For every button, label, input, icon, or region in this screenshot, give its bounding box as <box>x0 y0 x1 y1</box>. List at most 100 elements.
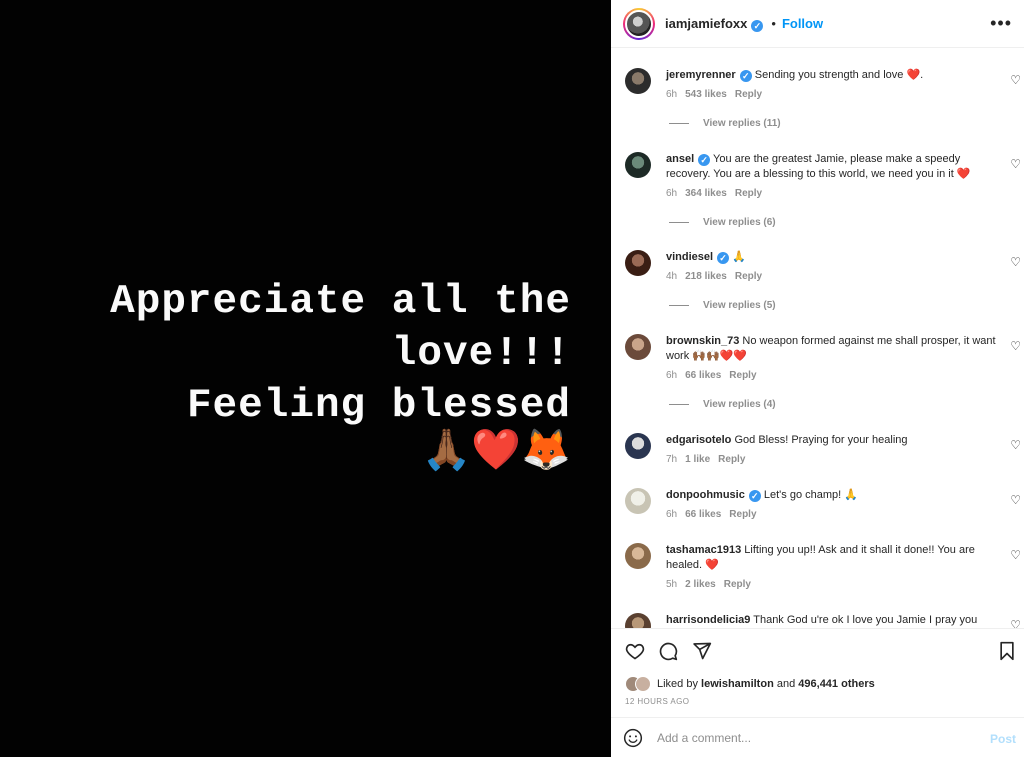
comment-username[interactable]: vindiesel <box>666 251 713 263</box>
comment-time: 4h <box>666 271 678 282</box>
comment-username[interactable]: donpoohmusic <box>666 489 745 501</box>
comment-likes[interactable]: 543 likes <box>685 89 727 100</box>
comment-avatar[interactable] <box>625 334 651 360</box>
comment-text: Sending you strength and love <box>754 69 904 81</box>
post-text-line: love!!! <box>391 331 571 377</box>
verified-badge: ✓ <box>698 154 711 166</box>
comment-body: jeremyrenner ✓ Sending you strength and l… <box>666 68 996 83</box>
comment-username[interactable]: brownskin_73 <box>666 335 739 347</box>
comment-avatar[interactable] <box>625 250 651 276</box>
comment-time: 6h <box>666 509 678 520</box>
comment-username[interactable]: edgarisotelo <box>666 434 731 446</box>
comment-meta: 5h 2 likes Reply <box>666 579 759 590</box>
view-replies-button[interactable]: View replies (5) <box>669 300 776 311</box>
reply-button[interactable]: Reply <box>718 454 745 465</box>
comment-avatar[interactable] <box>625 68 651 94</box>
heart-emoji: ❤️ <box>906 69 921 81</box>
comment-body: tashamac1913 Lifting you up!! Ask and it… <box>666 543 996 573</box>
comment-avatar[interactable] <box>625 613 651 628</box>
comment-meta: 6h 543 likes Reply <box>666 89 770 100</box>
comment-time: 5h <box>666 579 678 590</box>
reply-button[interactable]: Reply <box>724 579 751 590</box>
like-comment-icon[interactable]: ♡ <box>1010 256 1021 268</box>
comment-username[interactable]: tashamac1913 <box>666 544 741 556</box>
reply-button[interactable]: Reply <box>735 271 762 282</box>
action-bar <box>611 628 1024 672</box>
like-comment-icon[interactable]: ♡ <box>1010 549 1021 561</box>
comment-input[interactable] <box>657 726 977 750</box>
view-replies-button[interactable]: View replies (11) <box>669 118 781 129</box>
like-comment-icon[interactable]: ♡ <box>1010 619 1021 628</box>
comment-text: God Bless! Praying for your healing <box>734 434 908 446</box>
view-replies-button[interactable]: View replies (4) <box>669 399 776 410</box>
liked-by-user[interactable]: lewishamilton <box>701 678 774 690</box>
comment-body: ansel ✓ You are the greatest Jamie, pleas… <box>666 152 996 182</box>
liker-avatar[interactable] <box>635 676 651 692</box>
verified-badge: ✓ <box>717 252 730 264</box>
follow-button[interactable]: Follow <box>782 16 823 31</box>
comment-likes[interactable]: 218 likes <box>685 271 727 282</box>
verified-badge: ✓ <box>739 70 752 82</box>
comment-avatar[interactable] <box>625 488 651 514</box>
bookmark-icon[interactable] <box>998 641 1016 661</box>
comment-text: Thank God u're ok I love you Jamie I pra… <box>753 614 978 626</box>
comment-time: 6h <box>666 89 678 100</box>
separator-dot: • <box>771 16 776 31</box>
comment-time: 6h <box>666 188 678 199</box>
like-comment-icon[interactable]: ♡ <box>1010 340 1021 352</box>
reply-button[interactable]: Reply <box>729 509 756 520</box>
comment-body: donpoohmusic ✓ Let's go champ! 🙏 <box>666 488 996 503</box>
comment-text: Let's go champ! <box>763 489 842 501</box>
view-replies-button[interactable]: View replies (6) <box>669 217 776 228</box>
verified-badge: ✓ <box>748 490 761 502</box>
comment-time: 6h <box>666 370 678 381</box>
comment-meta: 6h 364 likes Reply <box>666 188 770 199</box>
reply-button[interactable]: Reply <box>729 370 756 381</box>
smile-icon[interactable] <box>623 728 643 748</box>
pray-emoji: 🙏 <box>844 489 858 501</box>
comment-emoji: 🙌🏾🙌🏾❤️❤️ <box>692 350 748 362</box>
post-emoji: 🙏🏾❤️🦊 <box>421 427 571 473</box>
post-media: Appreciate all the love!!! Feeling bless… <box>0 0 611 757</box>
heart-icon[interactable] <box>625 641 645 661</box>
reply-button[interactable]: Reply <box>735 89 762 100</box>
comment-likes[interactable]: 1 like <box>685 454 710 465</box>
reply-button[interactable]: Reply <box>735 188 762 199</box>
like-comment-icon[interactable]: ♡ <box>1010 158 1021 170</box>
comment-meta: 7h 1 like Reply <box>666 454 753 465</box>
author-avatar[interactable] <box>623 7 655 40</box>
add-comment-bar: Post <box>611 717 1024 757</box>
comment-meta: 4h 218 likes Reply <box>666 271 770 282</box>
comment-likes[interactable]: 66 likes <box>685 509 721 520</box>
comment-body: vindiesel ✓ 🙏 <box>666 250 996 265</box>
comment-avatar[interactable] <box>625 433 651 459</box>
comment-body: harrisondelicia9 Thank God u're ok I lov… <box>666 613 996 628</box>
comment-text: You are the greatest Jamie, please make … <box>666 153 961 180</box>
post-text-line: Appreciate all the <box>110 279 571 325</box>
like-comment-icon[interactable]: ♡ <box>1010 74 1021 86</box>
verified-badge: ✓ <box>751 19 764 32</box>
comment-avatar[interactable] <box>625 543 651 569</box>
more-options-icon[interactable]: ••• <box>990 14 1012 32</box>
post-timestamp: 12 HOURS AGO <box>625 697 690 706</box>
comment-likes[interactable]: 364 likes <box>685 188 727 199</box>
comment-icon[interactable] <box>658 641 678 661</box>
liked-by-prefix: Liked by <box>657 678 698 690</box>
comment-likes[interactable]: 2 likes <box>685 579 716 590</box>
like-comment-icon[interactable]: ♡ <box>1010 439 1021 451</box>
comment-username[interactable]: jeremyrenner <box>666 69 736 81</box>
comment-body: brownskin_73 No weapon formed against me… <box>666 334 996 364</box>
comment-username[interactable]: harrisondelicia9 <box>666 614 750 626</box>
post-comment-button[interactable]: Post <box>990 732 1016 746</box>
likes-count[interactable]: 496,441 others <box>798 678 874 690</box>
comment-username[interactable]: ansel <box>666 153 694 165</box>
comment-avatar[interactable] <box>625 152 651 178</box>
heart-emoji: ❤️ <box>705 559 719 571</box>
comments-list[interactable]: jeremyrenner ✓ Sending you strength and l… <box>611 49 1024 628</box>
share-icon[interactable] <box>692 641 712 661</box>
comment-likes[interactable]: 66 likes <box>685 370 721 381</box>
post-header: iamjamiefoxx ✓ • Follow ••• <box>611 0 1024 48</box>
like-comment-icon[interactable]: ♡ <box>1010 494 1021 506</box>
comment-meta: 6h 66 likes Reply <box>666 509 765 520</box>
author-username[interactable]: iamjamiefoxx ✓ <box>665 16 764 32</box>
